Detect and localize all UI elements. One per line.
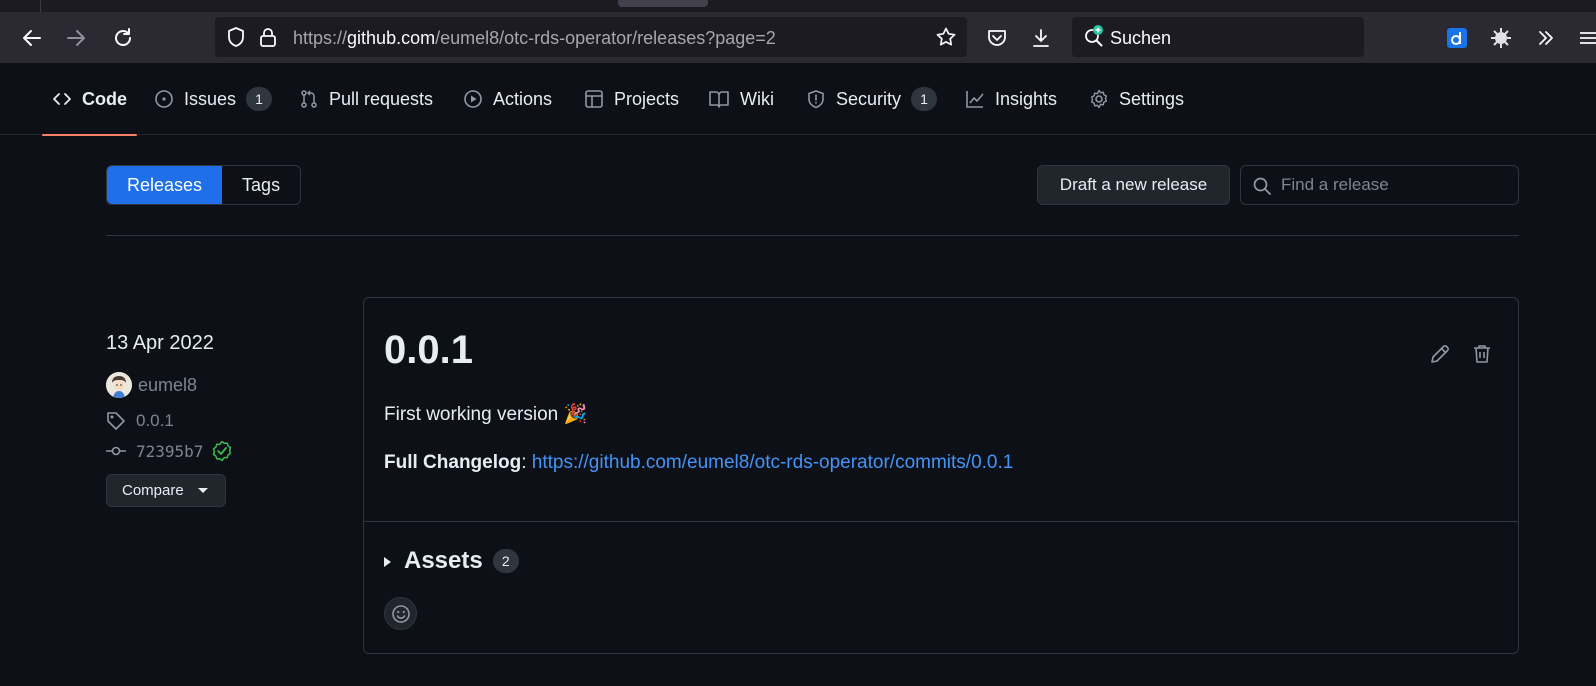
compare-button[interactable]: Compare (106, 474, 226, 507)
tab-projects-label: Projects (614, 88, 680, 109)
commit-icon (106, 446, 126, 456)
avatar[interactable] (106, 372, 132, 398)
release-actions (1429, 343, 1493, 365)
code-icon (53, 93, 71, 105)
graph-icon (966, 91, 984, 108)
release-card: 0.0.1 First working version 🎉 Full Chang… (363, 297, 1519, 654)
release-commit[interactable]: 72395b7 (106, 440, 243, 462)
tab-issues-label: Issues (184, 88, 237, 109)
trash-icon[interactable] (1471, 343, 1493, 365)
release-title[interactable]: 0.0.1 (384, 328, 473, 373)
add-reaction-button[interactable] (384, 597, 417, 630)
tab-separator (40, 0, 41, 12)
commit-sha[interactable]: 72395b7 (136, 442, 203, 461)
compare-label: Compare (122, 482, 184, 499)
tab-insights[interactable]: Insights (965, 63, 1057, 135)
search-placeholder: Suchen (1110, 28, 1172, 48)
browser-toolbar: https://github.com/eumel8/otc-rds-operat… (0, 12, 1596, 63)
extension-icon[interactable] (1487, 24, 1515, 52)
full-changelog: Full Changelog: https://github.com/eumel… (384, 452, 1013, 474)
shield-icon[interactable] (225, 26, 247, 53)
changelog-link[interactable]: https://github.com/eumel8/otc-rds-operat… (532, 452, 1014, 473)
author-name[interactable]: eumel8 (138, 375, 197, 396)
download-icon[interactable] (1027, 24, 1055, 52)
card-divider (364, 521, 1518, 522)
play-icon (464, 90, 482, 108)
releases-tab[interactable]: Releases (107, 166, 223, 204)
release-author[interactable]: eumel8 (106, 372, 197, 398)
tab-issues[interactable]: Issues 1 (154, 63, 273, 135)
extension-icon[interactable] (1443, 24, 1471, 52)
tab-security[interactable]: Security 1 (806, 63, 938, 135)
star-icon[interactable] (935, 26, 957, 53)
assets-label[interactable]: Assets (404, 547, 483, 575)
search-icon (1082, 25, 1106, 54)
security-shield-icon (808, 90, 824, 109)
release-tag[interactable]: 0.0.1 (106, 411, 174, 431)
menu-icon[interactable] (1578, 24, 1596, 52)
tab-pull-requests[interactable]: Pull requests (299, 63, 433, 135)
release-notes: First working version 🎉 (384, 404, 588, 425)
book-icon (709, 91, 729, 108)
repo-nav: Code Issues 1 Pull requests Actions Proj… (0, 63, 1596, 136)
tab-wiki[interactable]: Wiki (708, 63, 774, 135)
disclosure-triangle-icon[interactable] (384, 557, 391, 567)
reload-icon[interactable] (109, 24, 137, 52)
assets-count-badge: 2 (492, 549, 519, 573)
search-icon (1253, 177, 1271, 195)
tab-wiki-label: Wiki (740, 88, 774, 109)
releases-tags-toggle: Releases Tags (106, 165, 302, 205)
tab-code[interactable]: Code (42, 63, 137, 136)
find-release-field[interactable] (1240, 165, 1519, 205)
url-path: /eumel8/otc-rds-operator/releases?page=2 (435, 28, 776, 48)
url-text[interactable]: https://github.com/eumel8/otc-rds-operat… (293, 28, 776, 49)
tab-actions[interactable]: Actions (463, 63, 552, 135)
smiley-icon (391, 604, 410, 623)
tab-security-label: Security (836, 88, 902, 109)
tab-code-label: Code (82, 88, 127, 109)
issue-icon (155, 90, 173, 108)
security-count-badge: 1 (911, 87, 938, 111)
pocket-icon[interactable] (983, 24, 1011, 52)
pull-request-icon (301, 90, 317, 108)
draft-release-button[interactable]: Draft a new release (1037, 165, 1230, 205)
gear-icon (1090, 89, 1108, 109)
tag-icon (107, 412, 125, 430)
divider (106, 235, 1519, 236)
forward-arrow-icon[interactable] (62, 24, 90, 52)
changelog-label: Full Changelog (384, 452, 522, 473)
table-icon (585, 90, 603, 108)
tab-insights-label: Insights (995, 88, 1058, 109)
tab-settings[interactable]: Settings (1089, 63, 1184, 135)
assets-toggle[interactable]: Assets 2 (384, 547, 519, 575)
url-bar[interactable]: https://github.com/eumel8/otc-rds-operat… (215, 17, 967, 57)
tab-projects[interactable]: Projects (584, 63, 679, 135)
url-scheme: https:// (293, 28, 348, 48)
verified-check-icon[interactable] (211, 440, 233, 462)
tags-tab[interactable]: Tags (222, 166, 300, 204)
find-release-input[interactable] (1281, 174, 1511, 196)
issues-count-badge: 1 (246, 87, 273, 111)
tab-pull-requests-label: Pull requests (329, 88, 434, 109)
pencil-icon[interactable] (1429, 343, 1451, 365)
overflow-icon[interactable] (1532, 24, 1560, 52)
tab-actions-label: Actions (493, 88, 553, 109)
chevron-down-icon (197, 488, 208, 493)
tag-name[interactable]: 0.0.1 (136, 411, 174, 431)
back-arrow-icon[interactable] (18, 24, 46, 52)
tab-indicator[interactable] (618, 0, 708, 7)
tab-settings-label: Settings (1119, 88, 1185, 109)
release-date: 13 Apr 2022 (106, 332, 214, 354)
browser-tabstrip (0, 0, 1596, 12)
browser-search-bar[interactable]: Suchen (1072, 17, 1364, 57)
url-host: github.com (347, 28, 436, 48)
lock-icon[interactable] (258, 26, 278, 53)
changelog-colon: : (521, 452, 527, 473)
